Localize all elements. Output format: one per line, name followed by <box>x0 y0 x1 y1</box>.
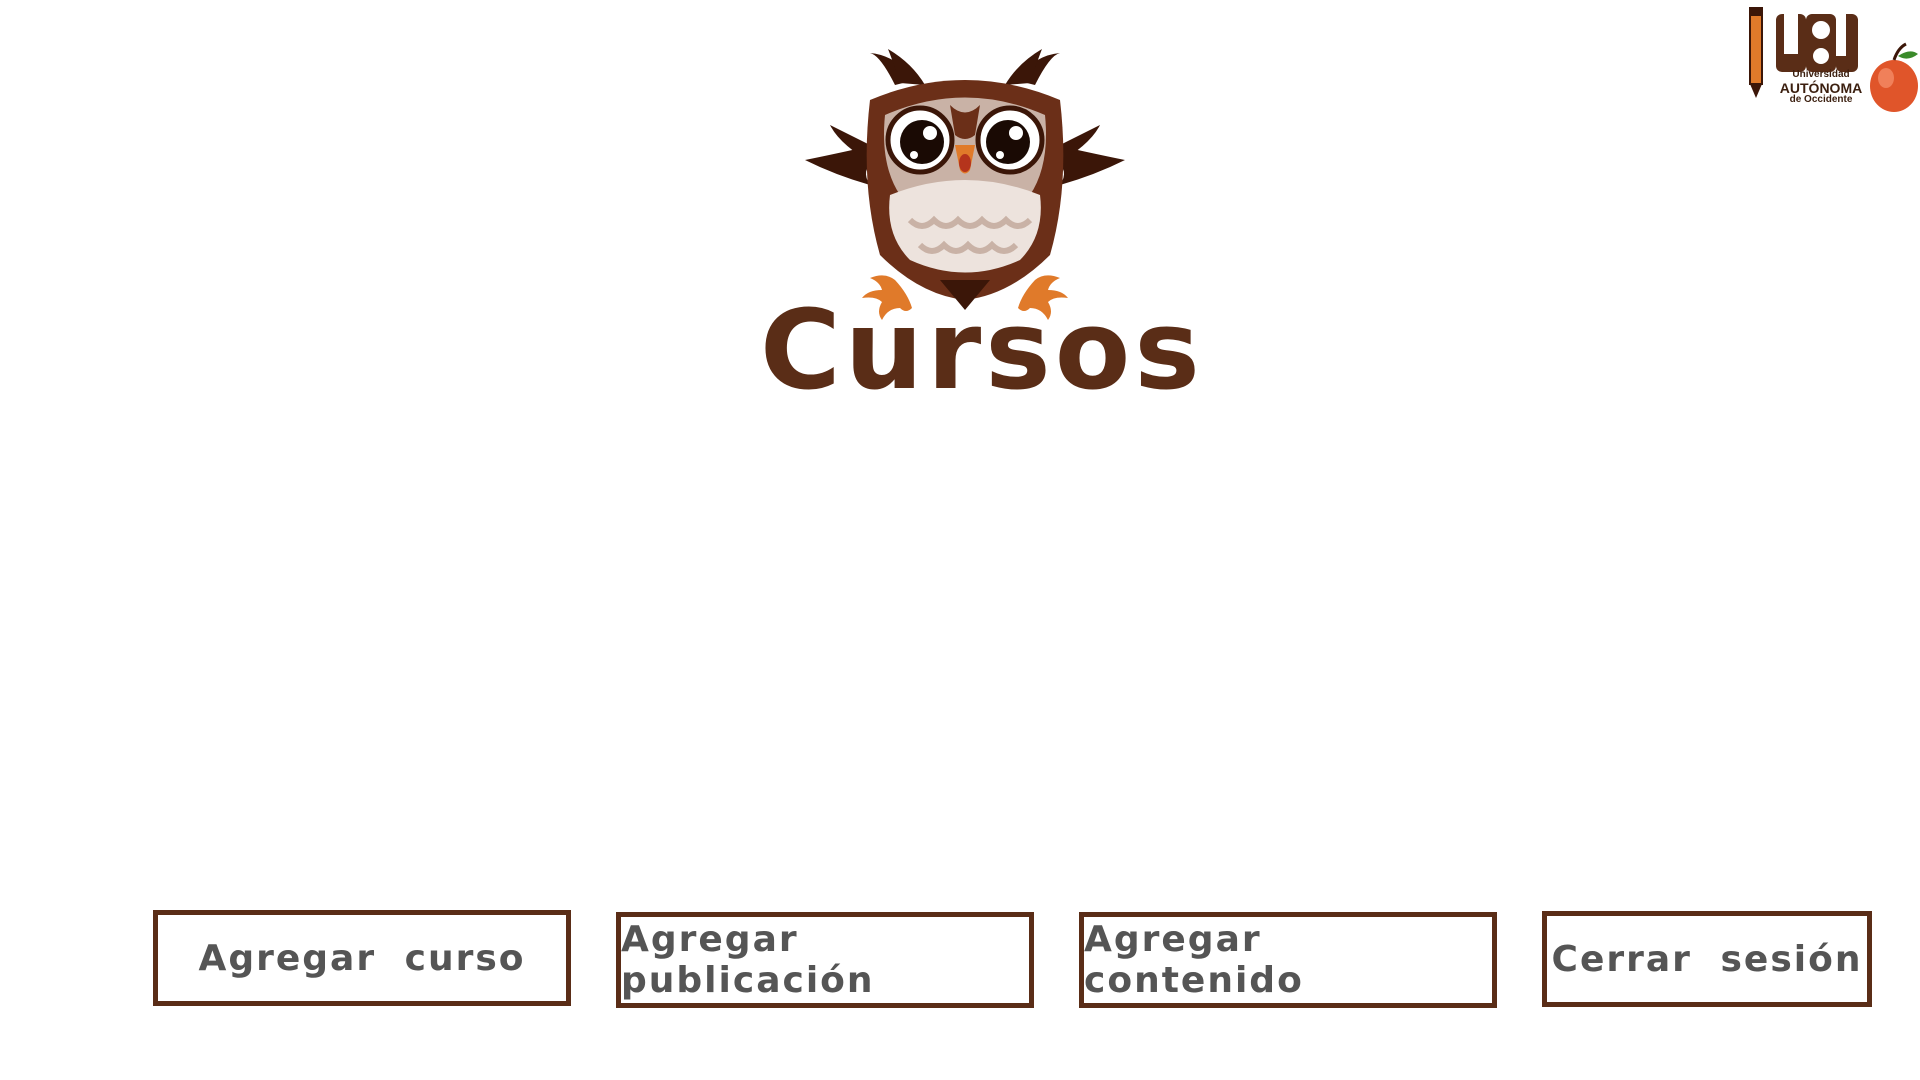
add-content-button[interactable]: Agregar contenido <box>1079 912 1497 1008</box>
courses-screen: Cursos Universidad AUTÓNOMA de Occidente… <box>0 0 1920 1080</box>
university-logo-text: Universidad AUTÓNOMA de Occidente <box>1762 69 1880 106</box>
logo-line-2: AUTÓNOMA <box>1779 79 1863 96</box>
add-course-button[interactable]: Agregar curso <box>153 910 571 1006</box>
page-title: Cursos <box>760 286 1204 414</box>
logo-line-3: de Occidente <box>1789 94 1853 106</box>
logo-line-1: Universidad <box>1792 69 1850 80</box>
logout-button[interactable]: Cerrar sesión <box>1542 911 1872 1007</box>
add-publication-button[interactable]: Agregar publicación <box>616 912 1034 1008</box>
